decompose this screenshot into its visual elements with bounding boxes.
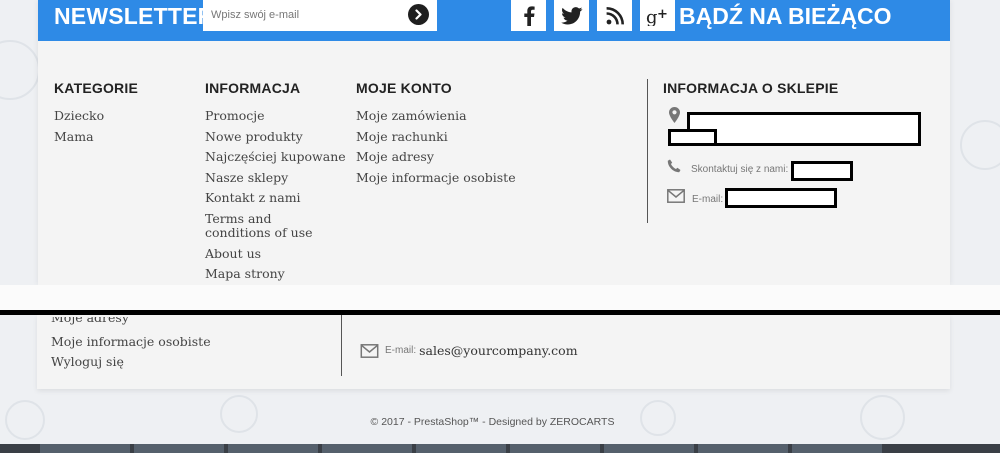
background-doodle [0, 40, 40, 100]
information-title: INFORMACJA [205, 80, 301, 96]
taskbar-item[interactable] [416, 444, 506, 453]
envelope-icon [667, 189, 685, 203]
newsletter-form [203, 0, 437, 31]
store-email-row: E-mail: sales@yourcompany.com [360, 343, 578, 358]
account-links-continued: Moje adresy Moje informacje osobiste Wyl… [51, 317, 211, 372]
information-link[interactable]: Najczęściej kupowane [205, 147, 346, 168]
rss-icon [605, 6, 624, 25]
account-link[interactable]: Moje informacje osobiste [356, 168, 516, 189]
taskbar-item[interactable] [228, 444, 318, 453]
account-link[interactable]: Moje rachunki [356, 127, 516, 148]
information-link[interactable]: Mapa strony [205, 264, 346, 285]
taskbar-item[interactable] [322, 444, 412, 453]
store-divider [647, 79, 648, 223]
email-label: E-mail: [692, 194, 724, 205]
information-column: INFORMACJA Promocje Nowe produkty Najczę… [205, 80, 346, 285]
taskbar-item[interactable] [698, 444, 788, 453]
store-info-title: INFORMACJA O SKLEPIE [663, 80, 839, 96]
google-plus-button[interactable]: g + [640, 0, 675, 31]
rss-button[interactable] [597, 0, 632, 31]
background-doodle [960, 120, 1000, 170]
account-title: MOJE KONTO [356, 80, 452, 96]
arrow-right-icon [415, 9, 422, 20]
newsletter-title: NEWSLETTER [54, 3, 215, 29]
svg-text:+: + [657, 7, 668, 22]
taskbar-item[interactable] [134, 444, 224, 453]
taskbar-item[interactable] [510, 444, 600, 453]
social-title: BĄDŹ NA BIEŻĄCO [679, 3, 892, 29]
footer-bottom-panel: Moje adresy Moje informacje osobiste Wyl… [37, 315, 950, 389]
envelope-icon [360, 343, 379, 358]
account-column: MOJE KONTO Moje zamówienia Moje rachunki… [356, 80, 516, 188]
store-email-link[interactable]: sales@yourcompany.com [419, 343, 577, 358]
information-link[interactable]: Kontakt z nami [205, 188, 346, 209]
store-divider [341, 315, 342, 376]
redacted-address [687, 112, 921, 146]
account-link[interactable]: Moje adresy [51, 317, 211, 328]
screenshot-gap [0, 285, 1000, 310]
phone-icon [667, 159, 681, 173]
account-link[interactable]: Moje zamówienia [356, 106, 516, 127]
category-link[interactable]: Mama [54, 127, 138, 148]
logout-link[interactable]: Wyloguj się [51, 352, 211, 372]
newsletter-submit-button[interactable] [408, 4, 429, 25]
facebook-button[interactable] [511, 0, 546, 31]
taskbar-item[interactable] [604, 444, 694, 453]
contact-label: Skontaktuj się z nami: [691, 164, 789, 175]
facebook-icon [523, 5, 535, 26]
newsletter-email-input[interactable] [211, 7, 401, 23]
google-plus-icon: g + [646, 7, 668, 26]
copyright-text: © 2017 - PrestaShop™ - Designed by ZEROC… [370, 416, 615, 428]
account-link[interactable]: Moje adresy [356, 147, 516, 168]
newsletter-bar: NEWSLETTER Wpisz swój e-mail g + BĄDŹ NA… [38, 0, 950, 41]
account-link[interactable]: Moje informacje osobiste [51, 332, 211, 352]
categories-column: KATEGORIE Dziecko Mama [54, 80, 138, 147]
information-link[interactable]: Terms and conditions of use [205, 211, 335, 240]
taskbar-item[interactable] [40, 444, 130, 453]
svg-text:g: g [646, 7, 658, 26]
information-link[interactable]: Nowe produkty [205, 127, 346, 148]
categories-title: KATEGORIE [54, 80, 138, 96]
footer-top-panel: NEWSLETTER Wpisz swój e-mail g + BĄDŹ NA… [38, 0, 950, 285]
information-link[interactable]: Nasze sklepy [205, 168, 346, 189]
information-link[interactable]: About us [205, 244, 346, 265]
twitter-icon [560, 6, 582, 24]
taskbar-item[interactable] [792, 444, 882, 453]
taskbar [0, 444, 1000, 453]
redacted-phone [791, 161, 853, 181]
store-info-column: INFORMACJA O SKLEPIE Skontaktuj się z na… [663, 80, 943, 208]
category-link[interactable]: Dziecko [54, 106, 138, 127]
redacted-email [725, 188, 837, 208]
twitter-button[interactable] [554, 0, 589, 31]
email-label: E-mail: [385, 345, 417, 356]
information-link[interactable]: Promocje [205, 106, 346, 127]
redacted-address-line [668, 129, 717, 146]
map-marker-icon [669, 107, 680, 123]
